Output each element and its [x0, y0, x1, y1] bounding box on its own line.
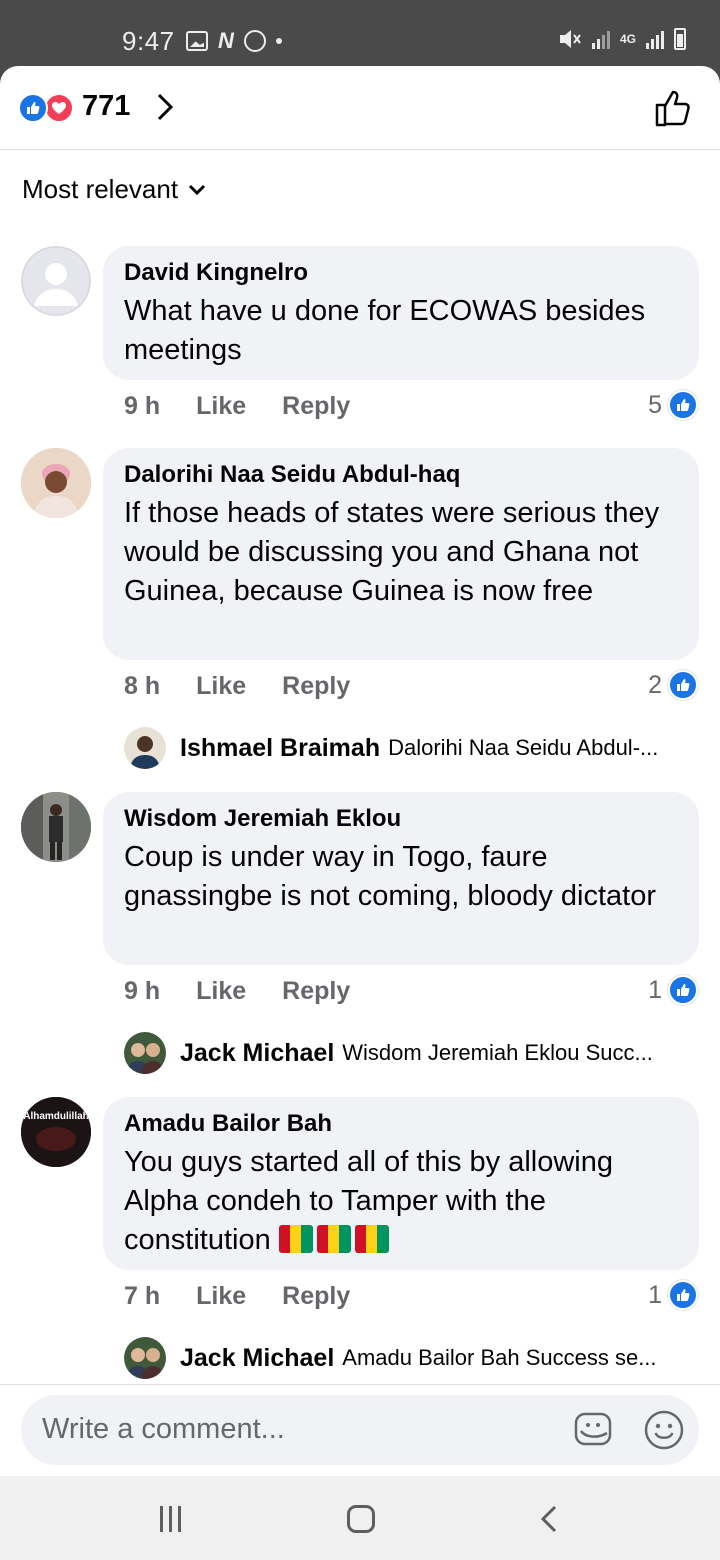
chevron-right-icon[interactable] — [154, 92, 176, 122]
avatar — [124, 727, 166, 769]
comment-text: If those heads of states were serious th… — [124, 497, 660, 607]
reply-preview[interactable]: Jack Michael Wisdom Jeremiah Eklou Succ.… — [124, 1032, 704, 1074]
comment-reactions[interactable]: 5 — [648, 390, 698, 420]
like-reaction-icon — [668, 1280, 698, 1310]
reply-button[interactable]: Reply — [282, 1282, 350, 1311]
back-icon[interactable] — [538, 1504, 560, 1534]
signal-2-icon — [646, 29, 664, 49]
guinea-flag-icon — [278, 1225, 313, 1253]
reply-text: Dalorihi Naa Seidu Abdul-... — [388, 735, 659, 760]
guinea-flag-icon — [316, 1225, 351, 1253]
comment-input-placeholder: Write a comment... — [42, 1413, 285, 1445]
comment-bubble[interactable]: Wisdom Jeremiah Eklou Coup is under way … — [103, 792, 699, 965]
comment-actions: 9 h Like Reply — [124, 977, 386, 1006]
comment-actions: 9 h Like Reply — [124, 392, 386, 421]
avatar[interactable] — [21, 246, 91, 316]
comment-text-wrap: You guys started all of this by allowing… — [124, 1143, 679, 1260]
avatar[interactable] — [21, 448, 91, 518]
comment-bubble[interactable]: Dalorihi Naa Seidu Abdul-haq If those he… — [103, 448, 699, 660]
comment-author[interactable]: Amadu Bailor Bah — [124, 1109, 679, 1139]
comment-reaction-count: 2 — [648, 670, 662, 699]
comment-author[interactable]: Wisdom Jeremiah Eklou — [124, 804, 679, 834]
home-icon[interactable] — [347, 1505, 375, 1533]
like-button[interactable]: Like — [196, 392, 246, 421]
like-reaction-icon — [668, 975, 698, 1005]
comment-time[interactable]: 9 h — [124, 977, 160, 1006]
comment-reactions[interactable]: 2 — [648, 670, 698, 700]
reaction-count: 771 — [82, 90, 131, 122]
recent-apps-icon[interactable] — [160, 1506, 190, 1532]
comment-reaction-count: 5 — [648, 390, 662, 419]
mute-icon — [559, 30, 581, 48]
like-button[interactable]: Like — [196, 1282, 246, 1311]
love-reaction-icon — [44, 93, 74, 123]
status-bar: 9:47 N 4G — [0, 0, 720, 66]
comment-input[interactable]: Write a comment... — [21, 1395, 699, 1465]
comment-author[interactable]: David Kingnelro — [124, 258, 679, 288]
reaction-icons — [18, 93, 78, 123]
avatar — [124, 1337, 166, 1379]
comment-time[interactable]: 7 h — [124, 1282, 160, 1311]
status-time: 9:47 — [122, 26, 175, 56]
comment-time[interactable]: 9 h — [124, 392, 160, 421]
comment-bubble[interactable]: David Kingnelro What have u done for ECO… — [103, 246, 699, 380]
comment-reaction-count: 1 — [648, 975, 662, 1004]
comment-actions: 7 h Like Reply — [124, 1282, 386, 1311]
reply-preview[interactable]: Jack Michael Amadu Bailor Bah Success se… — [124, 1337, 704, 1379]
avatar — [124, 1032, 166, 1074]
avatar[interactable]: Alhamdulillah — [21, 1097, 91, 1167]
like-button[interactable]: Like — [196, 672, 246, 701]
reply-button[interactable]: Reply — [282, 672, 350, 701]
reply-author: Jack Michael — [180, 1343, 335, 1372]
comment-text: What have u done for ECOWAS besides meet… — [124, 295, 646, 366]
comment-reaction-count: 1 — [648, 1280, 662, 1309]
reply-text: Amadu Bailor Bah Success se... — [342, 1345, 657, 1370]
gallery-notification-icon — [186, 31, 208, 51]
reply-author: Jack Michael — [180, 1038, 335, 1067]
like-reaction-icon — [18, 93, 48, 123]
reply-button[interactable]: Reply — [282, 392, 350, 421]
comment-composer: Write a comment... — [0, 1384, 720, 1476]
reactions-bar[interactable]: 771 — [0, 66, 720, 150]
comment-bubble[interactable]: Amadu Bailor Bah You guys started all of… — [103, 1097, 699, 1270]
signal-1-icon — [591, 29, 610, 49]
avatar-lettering: Alhamdulillah — [23, 1111, 89, 1122]
comment-reactions[interactable]: 1 — [648, 1280, 698, 1310]
comments-sheet: 771 Most relevant David Kingnelro What h… — [0, 66, 720, 1476]
like-button[interactable]: Like — [196, 977, 246, 1006]
comment-time[interactable]: 8 h — [124, 672, 160, 701]
network-type: 4G — [619, 32, 636, 46]
guinea-flags — [278, 1225, 389, 1253]
sort-label: Most relevant — [22, 174, 179, 204]
whatsapp-notification-icon — [243, 30, 266, 52]
emoji-icon[interactable] — [643, 1409, 685, 1451]
n-app-notification-icon: N — [218, 28, 234, 53]
thumbs-up-icon[interactable] — [654, 88, 694, 128]
reply-button[interactable]: Reply — [282, 977, 350, 1006]
comment-author[interactable]: Dalorihi Naa Seidu Abdul-haq — [124, 460, 679, 490]
reply-author: Ishmael Braimah — [180, 733, 381, 762]
chevron-down-icon — [189, 184, 206, 195]
battery-icon — [674, 28, 686, 50]
reply-preview[interactable]: Ishmael Braimah Dalorihi Naa Seidu Abdul… — [124, 727, 704, 769]
like-reaction-icon — [668, 390, 698, 420]
more-notifications-icon — [275, 38, 282, 44]
gif-sticker-icon[interactable] — [573, 1409, 615, 1451]
like-reaction-icon — [668, 670, 698, 700]
reply-text: Wisdom Jeremiah Eklou Succ... — [342, 1040, 653, 1065]
notification-icons: N — [186, 28, 282, 54]
avatar[interactable] — [21, 792, 91, 862]
guinea-flag-icon — [354, 1225, 389, 1253]
sort-dropdown[interactable]: Most relevant — [22, 174, 206, 205]
system-navigation-bar — [0, 1476, 720, 1560]
comment-actions: 8 h Like Reply — [124, 672, 386, 701]
comment-text: Coup is under way in Togo, faure gnassin… — [124, 841, 656, 912]
system-icons: 4G — [558, 28, 686, 50]
comment-reactions[interactable]: 1 — [648, 975, 698, 1005]
